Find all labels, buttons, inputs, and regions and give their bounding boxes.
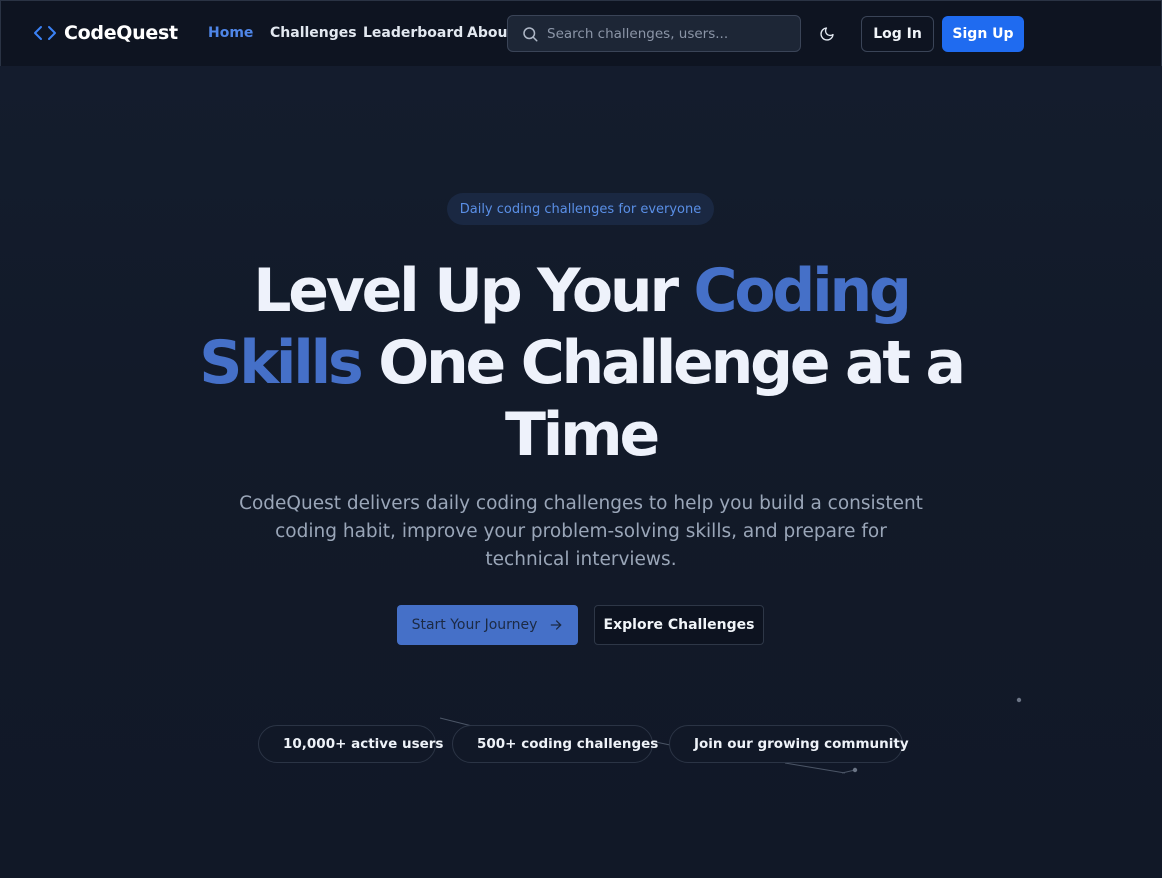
headline-text: Time <box>505 400 660 470</box>
moon-icon <box>819 26 835 42</box>
navbar: CodeQuest Home Challenges Leaderboard Ab… <box>0 0 1162 66</box>
hero-subtitle: CodeQuest delivers daily coding challeng… <box>239 493 923 570</box>
start-journey-button[interactable]: Start Your Journey <box>397 605 578 645</box>
start-journey-label: Start Your Journey <box>411 617 538 633</box>
headline-accent: Skills <box>199 328 364 398</box>
page: CodeQuest Home Challenges Leaderboard Ab… <box>0 0 1162 878</box>
brand-logo[interactable]: CodeQuest <box>33 21 178 45</box>
stat-pill-challenges: 500+ coding challenges <box>452 725 658 763</box>
arrow-right-icon <box>549 618 563 632</box>
stat-label: 500+ coding challenges <box>477 736 659 752</box>
login-button[interactable]: Log In <box>861 16 934 52</box>
search-icon <box>521 25 539 43</box>
stat-pill-community: Join our growing community <box>669 725 909 763</box>
stat-pill-users: 10,000+ active users <box>258 725 443 763</box>
headline-accent: Coding <box>693 256 912 326</box>
nav-link-leaderboard[interactable]: Leaderboard <box>363 25 463 41</box>
signup-button[interactable]: Sign Up <box>942 16 1024 52</box>
headline-text: Level Up Your <box>253 256 694 326</box>
stat-label: 10,000+ active users <box>283 736 444 752</box>
nav-link-challenges[interactable]: Challenges <box>270 25 357 41</box>
code-brackets-icon <box>33 21 57 45</box>
stat-label: Join our growing community <box>694 736 909 752</box>
nav-link-home[interactable]: Home <box>208 25 253 41</box>
headline-text: One Challenge at a <box>360 328 966 398</box>
brand-name: CodeQuest <box>64 22 178 44</box>
explore-challenges-button[interactable]: Explore Challenges <box>594 605 764 645</box>
search-input[interactable] <box>547 25 787 42</box>
hero-headline: Level Up Your Coding Skills One Challeng… <box>181 255 981 471</box>
theme-toggle-button[interactable] <box>816 23 838 45</box>
tagline-badge: Daily coding challenges for everyone <box>447 193 714 225</box>
search-box <box>507 15 801 52</box>
